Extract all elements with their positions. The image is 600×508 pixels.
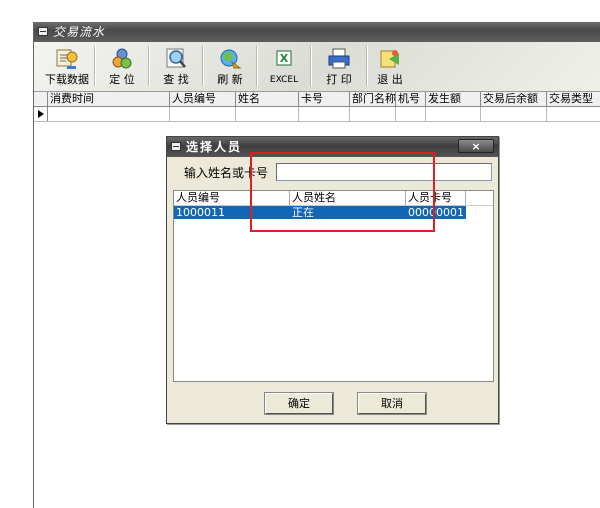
- grid-cell[interactable]: [236, 107, 299, 121]
- column-header[interactable]: 人员编号: [170, 92, 236, 106]
- refresh-label: 刷 新: [217, 73, 243, 86]
- download-data-label: 下载数据: [45, 73, 89, 86]
- grid-header: 消费时间 人员编号 姓名 卡号 部门名称 机号 发生额 交易后余额 交易类型: [34, 92, 600, 107]
- toolbar: 下载数据 定 位 查 找 刷 新 X EXCEL 打 印 退 出: [34, 42, 600, 92]
- svg-text:X: X: [280, 52, 289, 65]
- row-indicator-icon: [34, 107, 48, 121]
- close-button[interactable]: ×: [458, 139, 494, 153]
- dialog-title: 选择人员: [186, 140, 243, 154]
- download-data-button[interactable]: 下载数据: [44, 42, 90, 91]
- toolbar-separator: [148, 46, 150, 86]
- excel-export-button[interactable]: X EXCEL: [262, 42, 306, 91]
- locate-label: 定 位: [109, 73, 135, 86]
- column-header[interactable]: 机号: [396, 92, 426, 106]
- highlight-box: [250, 152, 435, 232]
- excel-label: EXCEL: [269, 75, 299, 85]
- column-header[interactable]: 发生额: [426, 92, 481, 106]
- column-header[interactable]: 交易类型: [547, 92, 600, 106]
- system-menu-icon[interactable]: [171, 142, 181, 151]
- toolbar-separator: [256, 46, 258, 86]
- exit-label: 退 出: [377, 73, 403, 86]
- print-button[interactable]: 打 印: [316, 42, 362, 91]
- grid-cell[interactable]: [170, 107, 236, 121]
- locate-button[interactable]: 定 位: [100, 42, 144, 91]
- grid-cell[interactable]: [547, 107, 600, 121]
- column-header[interactable]: 部门名称: [350, 92, 396, 106]
- find-button[interactable]: 查 找: [154, 42, 198, 91]
- grid-cell[interactable]: [350, 107, 396, 121]
- grid-corner: [34, 92, 48, 106]
- toolbar-separator: [94, 46, 96, 86]
- grid-cell[interactable]: [426, 107, 481, 121]
- grid-cell[interactable]: [396, 107, 426, 121]
- grid-cell[interactable]: [481, 107, 547, 121]
- column-header[interactable]: 卡号: [299, 92, 350, 106]
- column-header[interactable]: 交易后余额: [481, 92, 547, 106]
- grid-cell[interactable]: [48, 107, 170, 121]
- exit-icon: [380, 50, 399, 68]
- printer-icon: [328, 48, 350, 69]
- toolbar-separator: [310, 46, 312, 86]
- refresh-button[interactable]: 刷 新: [208, 42, 252, 91]
- table-row[interactable]: [34, 107, 600, 122]
- system-menu-icon[interactable]: [38, 27, 48, 36]
- download-data-icon: [56, 49, 78, 69]
- column-header[interactable]: 消费时间: [48, 92, 170, 106]
- toolbar-separator: [202, 46, 204, 86]
- exit-button[interactable]: 退 出: [370, 42, 410, 91]
- window-title: 交易流水: [53, 25, 106, 39]
- print-label: 打 印: [326, 73, 352, 86]
- cancel-button[interactable]: 取消: [357, 392, 427, 415]
- find-label: 查 找: [163, 73, 189, 86]
- column-header[interactable]: 姓名: [236, 92, 299, 106]
- person-id: 1000011: [176, 206, 225, 219]
- excel-icon: X: [276, 50, 292, 66]
- toolbar-separator: [366, 46, 368, 86]
- locate-icon: [112, 48, 132, 69]
- main-title-bar: 交易流水: [34, 22, 600, 42]
- find-icon: [166, 48, 186, 68]
- ok-button[interactable]: 确定: [264, 392, 334, 415]
- refresh-icon: [220, 49, 242, 69]
- grid-cell[interactable]: [299, 107, 350, 121]
